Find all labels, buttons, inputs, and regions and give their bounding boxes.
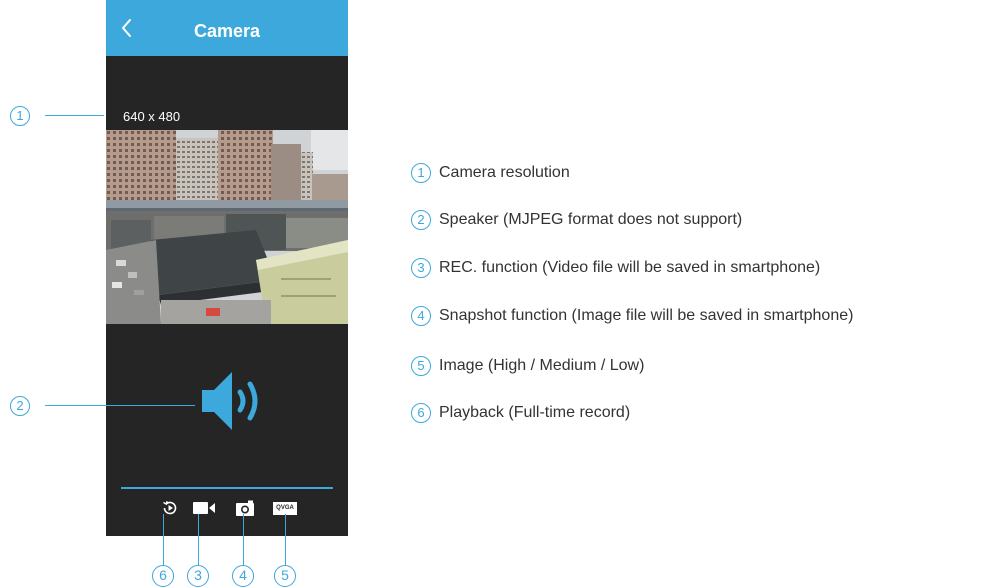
- title-bar: Camera: [106, 0, 348, 56]
- leader-resolution: [45, 115, 104, 116]
- legend-text: Playback (Full-time record): [439, 404, 631, 421]
- leader-playback: [163, 514, 164, 566]
- video-feed[interactable]: [106, 130, 348, 324]
- resolution-label: 640 x 480: [123, 109, 181, 124]
- video-frame-image: [106, 130, 348, 324]
- legend-number: 4: [411, 306, 431, 326]
- callout-record: 3: [187, 565, 209, 587]
- leader-quality: [285, 514, 286, 566]
- phone-screen: Camera 640 x 480 QVGA: [106, 0, 348, 536]
- legend-number: 3: [411, 258, 431, 278]
- legend-number: 1: [411, 163, 431, 183]
- legend-text: Snapshot function (Image file will be sa…: [439, 307, 854, 324]
- camera-icon: [236, 500, 254, 516]
- manual-figure: Camera 640 x 480 QVGA 1 2 6 3 4 5 1 Came…: [0, 0, 1002, 588]
- leader-snapshot: [243, 514, 244, 566]
- legend-text: Speaker (MJPEG format does not support): [439, 211, 743, 228]
- video-camera-icon: [193, 502, 215, 514]
- callout-snapshot: 4: [232, 565, 254, 587]
- legend-number: 5: [411, 356, 431, 376]
- legend-text: Image (High / Medium / Low): [439, 357, 645, 374]
- legend-text: Camera resolution: [439, 164, 570, 181]
- leader-speaker: [45, 405, 195, 406]
- toolbar-divider: [121, 487, 333, 489]
- record-button[interactable]: [192, 498, 216, 518]
- callout-playback: 6: [152, 565, 174, 587]
- callout-resolution: 1: [10, 106, 30, 126]
- chevron-left-icon: [122, 19, 131, 37]
- legend-number: 6: [411, 403, 431, 423]
- legend-number: 2: [411, 210, 431, 230]
- back-button[interactable]: [114, 14, 142, 42]
- qvga-badge: QVGA: [273, 501, 297, 515]
- legend-text: REC. function (Video file will be saved …: [439, 259, 821, 276]
- snapshot-button[interactable]: [234, 498, 256, 518]
- callout-quality: 5: [274, 565, 296, 587]
- callout-speaker: 2: [10, 396, 30, 416]
- speaker-button[interactable]: [200, 368, 272, 434]
- page-title: Camera: [193, 21, 261, 41]
- speaker-icon: [202, 372, 258, 430]
- leader-record: [198, 514, 199, 566]
